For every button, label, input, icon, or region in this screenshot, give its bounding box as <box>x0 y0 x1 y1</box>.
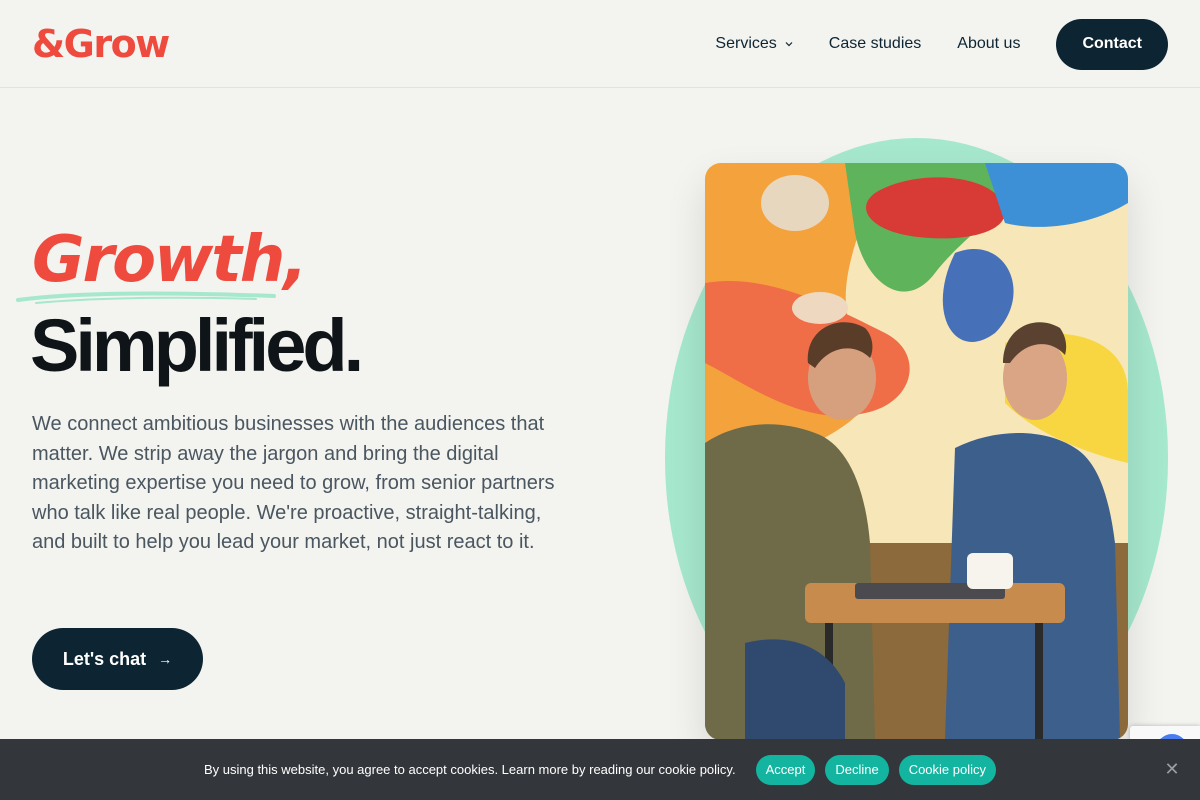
nav-item-about-us[interactable]: About us <box>957 35 1020 53</box>
chevron-down-icon <box>785 42 793 47</box>
nav-item-label: About us <box>957 35 1021 52</box>
close-icon[interactable]: ✕ <box>1162 759 1182 779</box>
lets-chat-button[interactable]: Let's chat → <box>32 628 203 690</box>
nav-item-label: Case studies <box>828 35 922 52</box>
cookie-policy-button[interactable]: Cookie policy <box>898 754 997 785</box>
contact-button[interactable]: Contact <box>1056 18 1168 70</box>
nav-item-case-studies[interactable]: Case studies <box>829 35 922 53</box>
decline-button[interactable]: Decline <box>825 754 889 785</box>
hero-description: We connect ambitious businesses with the… <box>32 413 555 553</box>
main-nav: Services Case studies About us Contact <box>715 18 1168 70</box>
nav-item-services[interactable]: Services <box>715 35 793 53</box>
hero-photo <box>705 163 1128 740</box>
site-header: &Grow Services Case studies About us Con… <box>0 0 1200 88</box>
logo[interactable]: &Grow <box>32 22 170 66</box>
arrow-right-icon: → <box>158 651 173 667</box>
hero-title: Simplified. <box>30 304 364 387</box>
cookie-banner: By using this website, you agree to acce… <box>0 739 1200 800</box>
lets-chat-label: Let's chat <box>62 648 147 669</box>
cookie-message: By using this website, you agree to acce… <box>203 762 736 777</box>
nav-item-label: Services <box>715 35 777 52</box>
accept-button[interactable]: Accept <box>755 754 816 785</box>
